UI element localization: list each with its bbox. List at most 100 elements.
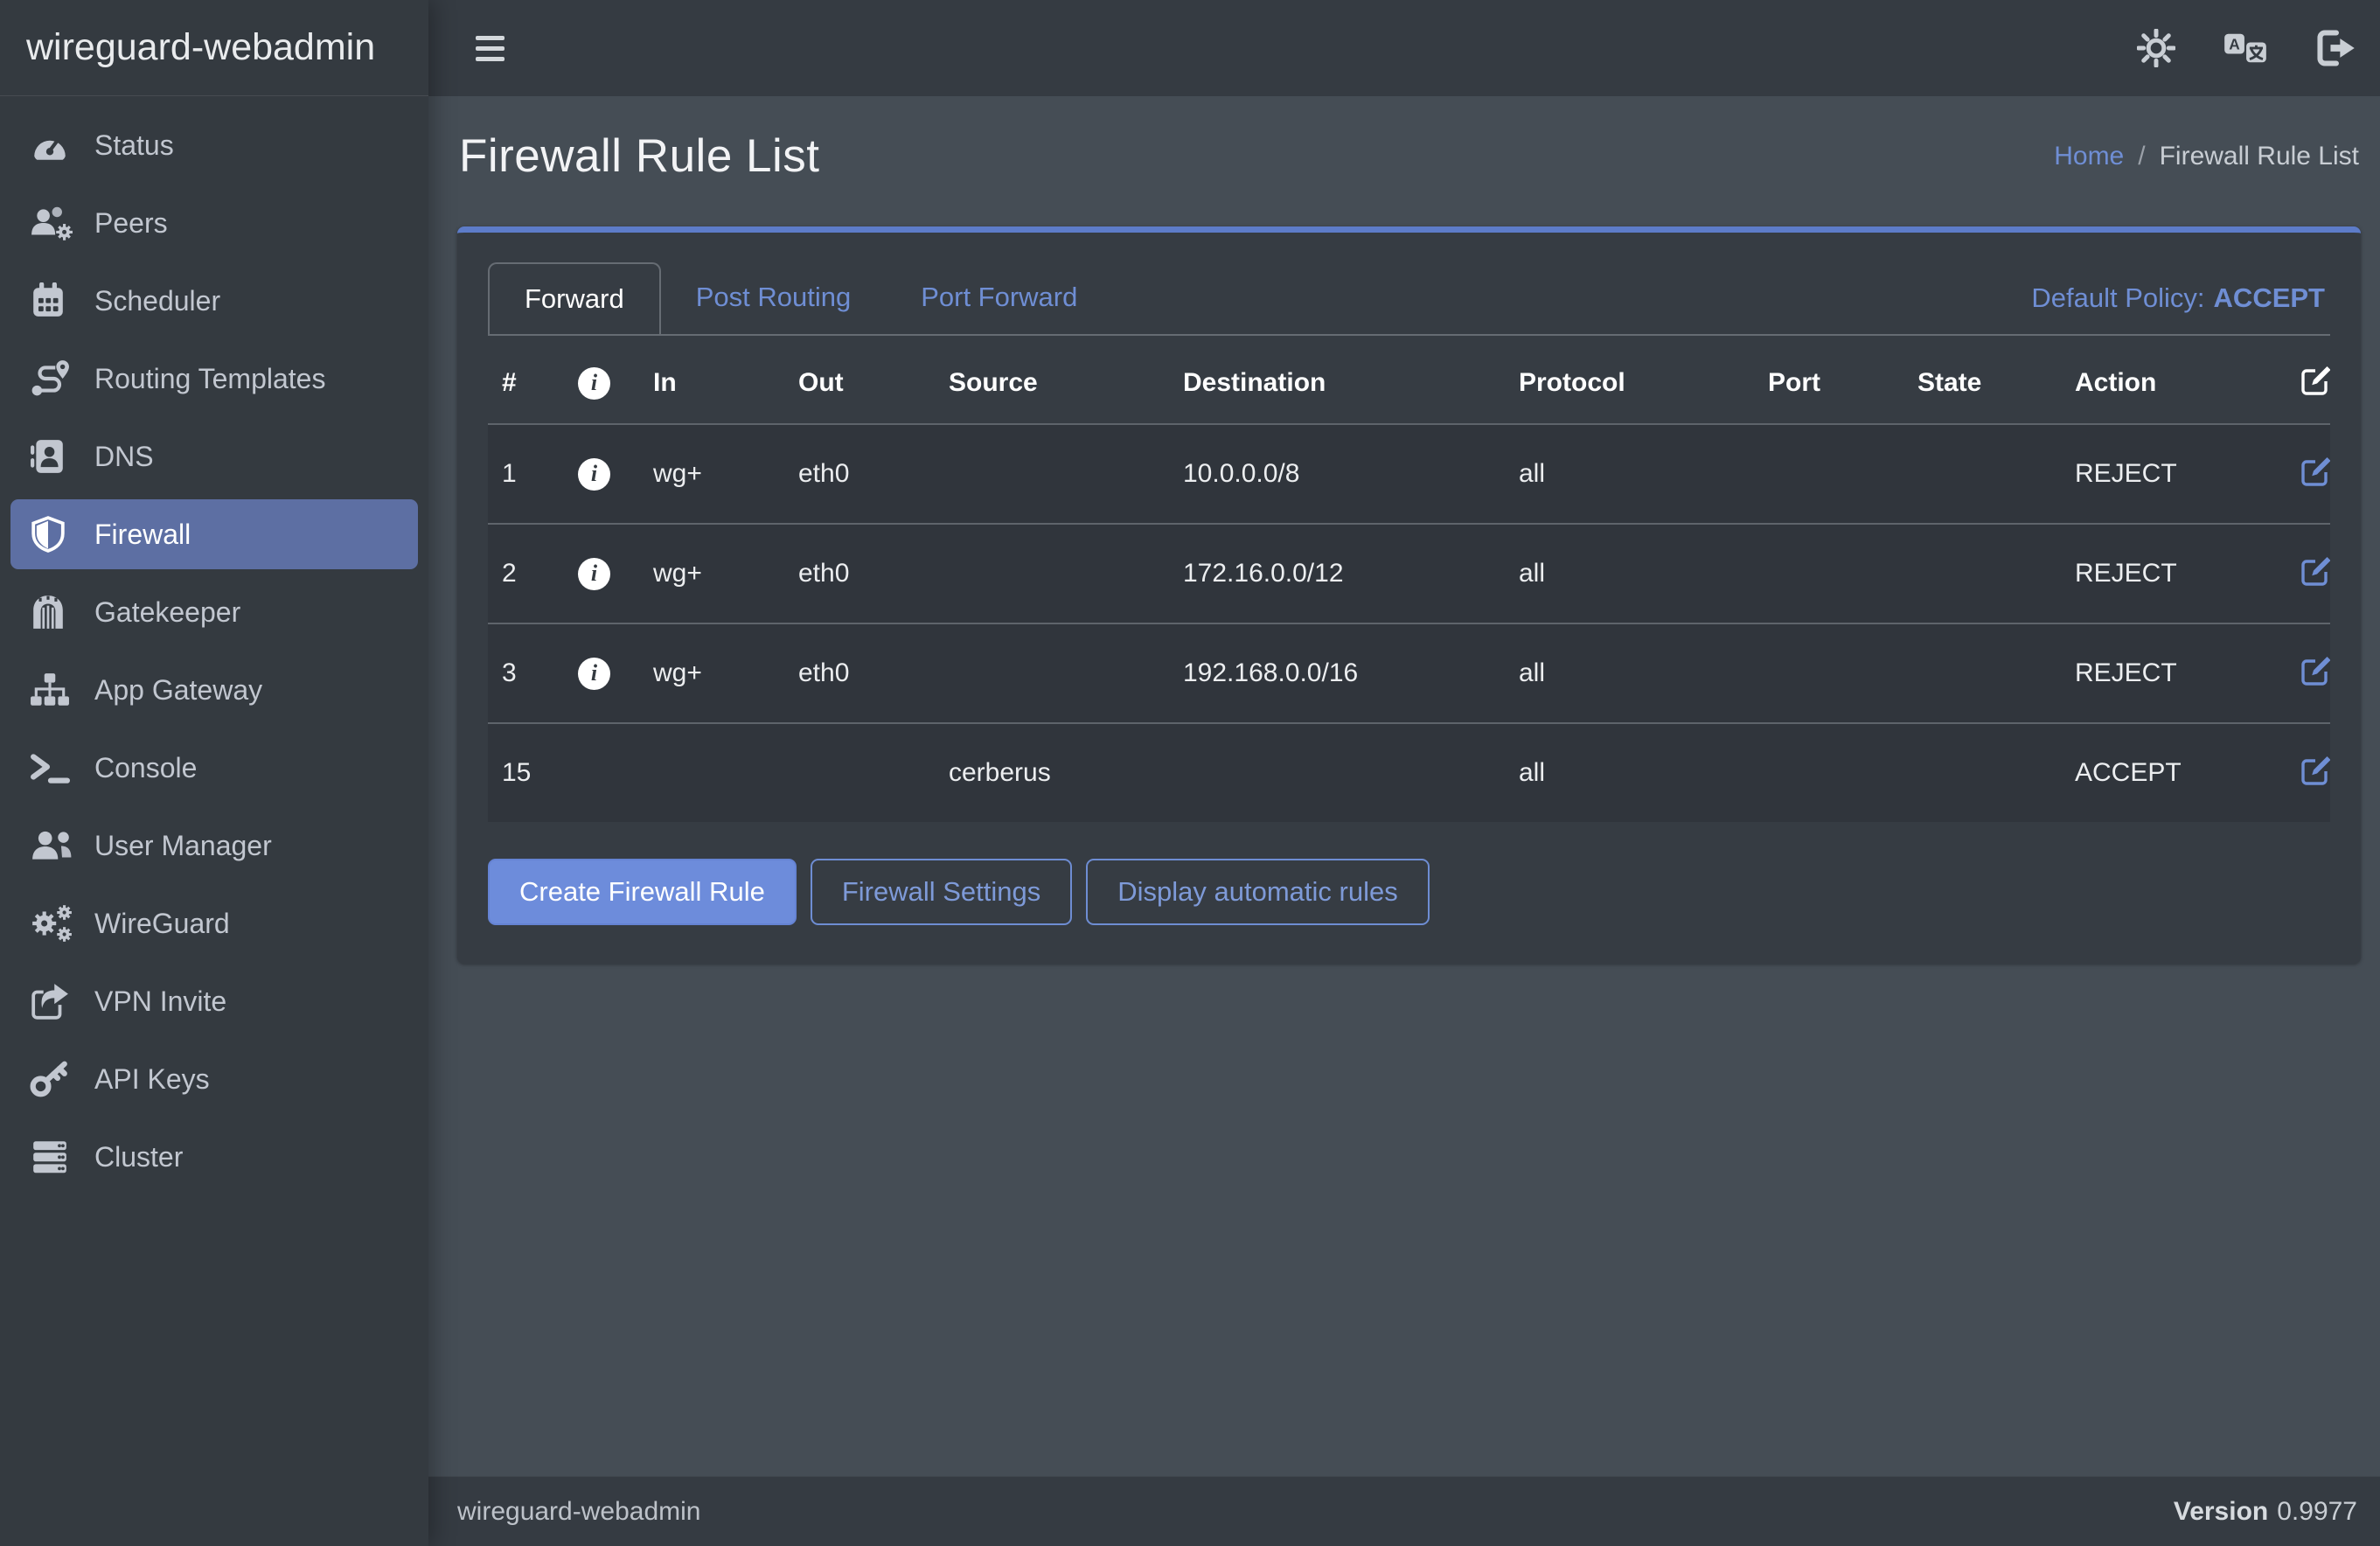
sidebar-item-firewall[interactable]: Firewall <box>10 499 418 569</box>
edit-icon <box>2300 652 2330 687</box>
edit-rule-button[interactable] <box>2300 453 2330 488</box>
rule-number: 3 <box>488 623 564 723</box>
sidebar-item-label: Status <box>94 129 174 162</box>
rule-source: cerberus <box>935 723 1169 822</box>
rule-state <box>1903 524 2061 623</box>
rule-state <box>1903 623 2061 723</box>
sidebar-item-label: App Gateway <box>94 674 262 707</box>
rule-in: wg+ <box>639 623 784 723</box>
address-book-icon <box>30 437 80 476</box>
app-wrapper: wireguard-webadmin Status Peers Schedule… <box>0 0 2380 1546</box>
sidebar-toggle-button[interactable] <box>467 27 513 70</box>
sidebar-item-scheduler[interactable]: Scheduler <box>10 266 418 336</box>
sidebar-item-api-keys[interactable]: API Keys <box>10 1044 418 1114</box>
rule-number: 2 <box>488 524 564 623</box>
edit-rule-button[interactable] <box>2300 553 2330 588</box>
rule-in <box>639 723 784 822</box>
footer-version-value: 0.9977 <box>2277 1497 2357 1526</box>
sidebar-item-peers[interactable]: Peers <box>10 188 418 258</box>
edit-icon <box>2300 553 2330 588</box>
logout-button[interactable] <box>2315 29 2357 67</box>
col-header-destination: Destination <box>1169 336 1505 424</box>
content-area: Firewall Rule List Home / Firewall Rule … <box>428 96 2380 1476</box>
svg-text:A: A <box>2229 36 2240 53</box>
page-title: Firewall Rule List <box>459 129 820 183</box>
col-header-out: Out <box>784 336 935 424</box>
default-policy: Default Policy:ACCEPT <box>2031 282 2330 314</box>
sidebar-item-app-gateway[interactable]: App Gateway <box>10 655 418 725</box>
sidebar-item-label: API Keys <box>94 1063 210 1096</box>
tab-port-forward[interactable]: Port Forward <box>886 262 1112 334</box>
edit-rule-button[interactable] <box>2300 752 2330 787</box>
rule-state <box>1903 723 2061 822</box>
table-header-row: # i In Out Source Destination Protocol P… <box>488 336 2330 424</box>
rule-destination <box>1169 723 1505 822</box>
share-icon <box>30 982 80 1020</box>
col-header-edit <box>2286 336 2330 424</box>
footer-version: Version 0.9977 <box>2174 1497 2357 1527</box>
rule-port <box>1754 723 1903 822</box>
col-header-in: In <box>639 336 784 424</box>
sidebar-item-status[interactable]: Status <box>10 110 418 180</box>
footer-brand: wireguard-webadmin <box>457 1497 700 1527</box>
tab-post-routing[interactable]: Post Routing <box>661 262 887 334</box>
rule-action: ACCEPT <box>2061 723 2286 822</box>
sidebar: wireguard-webadmin Status Peers Schedule… <box>0 0 428 1546</box>
rule-destination: 10.0.0.0/8 <box>1169 424 1505 524</box>
info-icon[interactable]: i <box>578 558 610 590</box>
gate-icon <box>30 593 80 631</box>
display-automatic-rules-button[interactable]: Display automatic rules <box>1086 859 1429 925</box>
firewall-settings-button[interactable]: Firewall Settings <box>811 859 1072 925</box>
rule-protocol: all <box>1505 424 1754 524</box>
sidebar-item-label: DNS <box>94 441 154 473</box>
rule-in: wg+ <box>639 524 784 623</box>
sidebar-item-cluster[interactable]: Cluster <box>10 1122 418 1192</box>
info-icon[interactable]: i <box>578 458 610 491</box>
edit-rule-button[interactable] <box>2300 652 2330 687</box>
sun-icon <box>2137 29 2175 67</box>
create-firewall-rule-button[interactable]: Create Firewall Rule <box>488 859 797 925</box>
brand-link[interactable]: wireguard-webadmin <box>0 0 428 96</box>
rule-port <box>1754 623 1903 723</box>
info-icon: i <box>578 367 610 400</box>
shield-icon <box>30 515 80 554</box>
breadcrumb-home-link[interactable]: Home <box>2054 142 2124 171</box>
theme-toggle-button[interactable] <box>2137 29 2175 67</box>
rule-action: REJECT <box>2061 524 2286 623</box>
sidebar-item-dns[interactable]: DNS <box>10 421 418 491</box>
col-header-protocol: Protocol <box>1505 336 1754 424</box>
gauge-icon <box>30 126 80 164</box>
info-icon[interactable]: i <box>578 658 610 690</box>
rule-destination: 172.16.0.0/12 <box>1169 524 1505 623</box>
sidebar-item-label: Scheduler <box>94 285 220 317</box>
rule-source <box>935 524 1169 623</box>
sidebar-item-routing-templates[interactable]: Routing Templates <box>10 344 418 414</box>
default-policy-label: Default Policy: <box>2031 282 2204 313</box>
language-button[interactable]: A <box>2223 29 2268 67</box>
tab-forward[interactable]: Forward <box>488 262 661 334</box>
sidebar-item-wireguard[interactable]: WireGuard <box>10 888 418 958</box>
rule-out <box>784 723 935 822</box>
sidebar-item-console[interactable]: Console <box>10 733 418 803</box>
col-header-source: Source <box>935 336 1169 424</box>
key-icon <box>30 1060 80 1098</box>
sidebar-item-label: Routing Templates <box>94 363 325 395</box>
sidebar-item-gatekeeper[interactable]: Gatekeeper <box>10 577 418 647</box>
sidebar-item-user-manager[interactable]: User Manager <box>10 811 418 881</box>
calendar-icon <box>30 282 80 320</box>
col-header-action: Action <box>2061 336 2286 424</box>
rule-number: 15 <box>488 723 564 822</box>
rule-out: eth0 <box>784 424 935 524</box>
sidebar-item-label: Gatekeeper <box>94 596 240 629</box>
users-gear-icon <box>30 204 80 242</box>
footer-version-label: Version <box>2174 1497 2268 1526</box>
col-header-info: i <box>564 336 639 424</box>
content-header: Firewall Rule List Home / Firewall Rule … <box>457 129 2361 183</box>
sidebar-item-vpn-invite[interactable]: VPN Invite <box>10 966 418 1036</box>
rule-number: 1 <box>488 424 564 524</box>
edit-icon <box>2300 453 2330 488</box>
sidebar-item-label: Peers <box>94 207 168 240</box>
rule-in: wg+ <box>639 424 784 524</box>
firewall-rules-table: # i In Out Source Destination Protocol P… <box>488 336 2330 822</box>
rule-out: eth0 <box>784 623 935 723</box>
